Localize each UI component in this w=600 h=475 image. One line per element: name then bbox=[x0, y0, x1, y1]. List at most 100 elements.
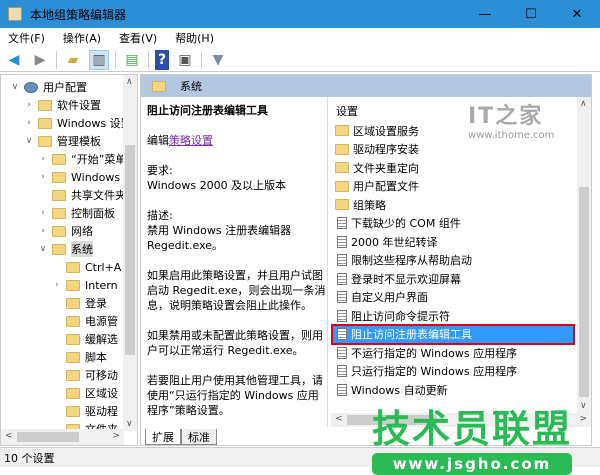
minimize-button[interactable]: — bbox=[462, 0, 508, 28]
tree-item[interactable]: ∨ 系统 bbox=[37, 240, 93, 258]
setting-list-item[interactable]: 不运行指定的 Windows 应用程序 bbox=[333, 344, 573, 361]
back-icon[interactable]: ◀ bbox=[4, 50, 24, 70]
tree-horizontal-scrollbar[interactable]: < > bbox=[1, 429, 124, 445]
tree-item-label: 可移动 bbox=[85, 369, 118, 382]
setting-list-item[interactable]: 自定义用户界面 bbox=[333, 289, 573, 306]
setting-list-item[interactable]: 驱动程序安装 bbox=[333, 141, 573, 158]
folder-icon bbox=[335, 199, 349, 210]
user-config-icon bbox=[24, 81, 38, 93]
tree-item[interactable]: › 控制面板 bbox=[37, 204, 115, 222]
setting-list-item[interactable]: 限制这些程序从帮助启动 bbox=[333, 252, 573, 269]
menu-file[interactable]: 文件(F) bbox=[0, 30, 55, 46]
tree-item[interactable]: › 软件设置 bbox=[23, 96, 101, 114]
menu-action[interactable]: 操作(A) bbox=[55, 30, 111, 46]
policy-setting-icon bbox=[337, 291, 347, 303]
scroll-up-icon[interactable]: ∧ bbox=[126, 77, 133, 87]
column-header-setting[interactable]: 设置 bbox=[336, 103, 358, 119]
tree-item[interactable]: Ctrl+A bbox=[51, 258, 121, 276]
tree-item[interactable]: 脚本 bbox=[51, 348, 107, 366]
chevron-right-icon[interactable]: › bbox=[37, 154, 49, 164]
tree-item[interactable]: 共享文件夹 bbox=[37, 186, 126, 204]
policy-setting-icon bbox=[337, 346, 347, 359]
scroll-thumb[interactable] bbox=[579, 187, 589, 397]
export-list-icon[interactable]: ▤ bbox=[122, 50, 142, 70]
policy-title: 阻止访问注册表编辑工具 bbox=[147, 104, 268, 117]
maximize-button[interactable]: ☐ bbox=[508, 0, 554, 28]
view-tabs: 扩展 标准 bbox=[145, 429, 217, 445]
setting-list-item[interactable]: 2000 年世纪转译 bbox=[333, 233, 573, 250]
properties-icon[interactable]: ▣ bbox=[175, 50, 195, 70]
tree-item-label: 管理模板 bbox=[57, 135, 101, 148]
filter-icon[interactable]: ▼ bbox=[208, 50, 228, 70]
setting-list-item[interactable]: 组策略 bbox=[333, 196, 573, 213]
folder-icon bbox=[52, 189, 66, 201]
tree-item[interactable]: 登录 bbox=[51, 294, 107, 312]
chevron-down-icon[interactable]: ∨ bbox=[23, 136, 35, 146]
folder-icon bbox=[52, 171, 66, 183]
tree-item[interactable]: ∨ 用户配置 bbox=[9, 78, 87, 96]
scroll-right-icon[interactable]: > bbox=[112, 431, 120, 441]
description-paragraph: 如果启用此策略设置，并且用户试图启动 Regedit.exe，则会出现一条消息，… bbox=[147, 269, 326, 312]
folder-icon bbox=[66, 279, 80, 291]
forward-icon[interactable]: ▶ bbox=[30, 50, 50, 70]
setting-list-item[interactable]: Windows 自动更新 bbox=[333, 381, 573, 398]
tree-item[interactable]: › 网络 bbox=[37, 222, 93, 240]
scroll-left-icon[interactable]: < bbox=[335, 414, 343, 424]
policy-setting-icon bbox=[337, 383, 347, 396]
tree-item[interactable]: 区域设 bbox=[51, 384, 118, 402]
tree-vertical-scrollbar[interactable]: ∧ ∨ bbox=[123, 75, 137, 431]
tree-item[interactable]: › Windows 设置 bbox=[23, 114, 131, 132]
edit-policy-link[interactable]: 策略设置 bbox=[169, 134, 213, 147]
chevron-right-icon[interactable]: › bbox=[37, 226, 49, 236]
setting-label: 组策略 bbox=[353, 198, 386, 212]
setting-list-item[interactable]: 只运行指定的 Windows 应用程序 bbox=[333, 363, 573, 380]
scroll-thumb[interactable] bbox=[17, 432, 79, 442]
help-icon[interactable]: ? bbox=[155, 49, 169, 70]
close-button[interactable]: ✕ bbox=[554, 0, 600, 28]
chevron-right-icon[interactable]: › bbox=[23, 100, 35, 110]
tree-item[interactable]: › Intern bbox=[51, 276, 117, 294]
scroll-left-icon[interactable]: < bbox=[5, 431, 13, 441]
list-vertical-scrollbar[interactable]: ∧ ∨ bbox=[577, 97, 591, 413]
tree-item[interactable]: › “开始”菜单 bbox=[37, 150, 126, 168]
folder-up-icon[interactable]: ▰ bbox=[63, 50, 83, 70]
setting-label: 限制这些程序从帮助启动 bbox=[351, 254, 472, 267]
show-hide-tree-icon[interactable]: ▥ bbox=[89, 49, 109, 70]
requirements-value: Windows 2000 及以上版本 bbox=[147, 179, 287, 192]
tree-item[interactable]: 可移动 bbox=[51, 366, 118, 384]
scroll-right-icon[interactable]: > bbox=[579, 414, 587, 424]
chevron-right-icon[interactable]: › bbox=[37, 208, 49, 218]
chevron-down-icon[interactable]: ∨ bbox=[37, 244, 49, 254]
chevron-right-icon[interactable]: › bbox=[37, 172, 49, 182]
chevron-right-icon[interactable]: › bbox=[51, 280, 63, 290]
scroll-down-icon[interactable]: ∨ bbox=[580, 401, 587, 411]
setting-label: 驱动程序安装 bbox=[353, 143, 419, 156]
setting-list-item[interactable]: 登录时不显示欢迎屏幕 bbox=[333, 270, 573, 287]
tree-item[interactable]: ∨ 管理模板 bbox=[23, 132, 101, 150]
setting-list-item[interactable]: 下载缺少的 COM 组件 bbox=[333, 215, 573, 232]
setting-list-item[interactable]: 阻止访问注册表编辑工具 bbox=[331, 323, 575, 345]
tree-item[interactable]: 驱动程 bbox=[51, 402, 118, 420]
tree-item[interactable]: 电源管 bbox=[51, 312, 118, 330]
tree-item-label: 缓解选 bbox=[85, 333, 118, 346]
policy-setting-icon bbox=[337, 309, 347, 322]
setting-list-item[interactable]: 用户配置文件 bbox=[333, 178, 573, 195]
scroll-thumb[interactable] bbox=[125, 145, 135, 355]
menu-help[interactable]: 帮助(H) bbox=[167, 30, 224, 46]
chevron-down-icon[interactable]: ∨ bbox=[9, 82, 21, 92]
scroll-up-icon[interactable]: ∧ bbox=[580, 99, 587, 109]
tab-standard[interactable]: 标准 bbox=[181, 429, 217, 445]
tab-extended[interactable]: 扩展 bbox=[145, 429, 181, 445]
tree-item[interactable]: › Windows bbox=[37, 168, 120, 186]
description-panel: 阻止访问注册表编辑工具 编辑策略设置 要求: Windows 2000 及以上版本… bbox=[147, 103, 327, 433]
scroll-down-icon[interactable]: ∨ bbox=[126, 419, 133, 429]
divider bbox=[148, 50, 149, 69]
tree-item[interactable]: 缓解选 bbox=[51, 330, 118, 348]
tree-item-label: 脚本 bbox=[85, 351, 107, 364]
setting-list-item[interactable]: 文件夹重定向 bbox=[333, 159, 573, 176]
menu-view[interactable]: 查看(V) bbox=[111, 30, 167, 46]
requirements-label: 要求: bbox=[147, 164, 173, 177]
navigation-tree: 文件夹驱动程区域设可移动脚本缓解选电源管登录›InternCtrl+A∨系统›网… bbox=[0, 74, 138, 446]
setting-list-item[interactable]: 阻止访问命令提示符 bbox=[333, 307, 573, 324]
chevron-right-icon[interactable]: › bbox=[23, 118, 35, 128]
